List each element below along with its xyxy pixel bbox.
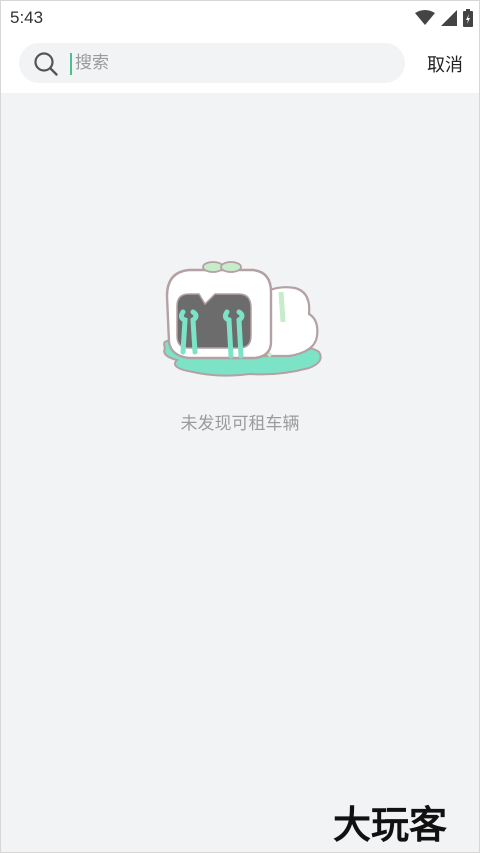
battery-icon bbox=[463, 9, 473, 31]
app-frame: 5:43 搜索 取消 未发现可租车辆 大玩客 bbox=[0, 0, 480, 853]
empty-state-message: 未发现可租车辆 bbox=[180, 414, 300, 434]
signal-icon bbox=[441, 10, 457, 30]
text-caret bbox=[70, 53, 72, 75]
search-input[interactable] bbox=[75, 49, 375, 77]
cancel-button[interactable]: 取消 bbox=[427, 51, 463, 77]
svg-text:大玩客: 大玩客 bbox=[333, 803, 447, 846]
search-header: 取消 bbox=[1, 35, 479, 93]
status-time: 5:43 bbox=[10, 8, 44, 27]
wifi-icon bbox=[415, 10, 435, 30]
status-icons bbox=[415, 9, 473, 31]
status-bar: 5:43 bbox=[1, 1, 479, 35]
watermark-logo: 大玩客 bbox=[331, 800, 473, 847]
search-box[interactable] bbox=[19, 43, 405, 83]
search-icon bbox=[33, 51, 59, 77]
crying-tofu-icon bbox=[159, 256, 323, 382]
